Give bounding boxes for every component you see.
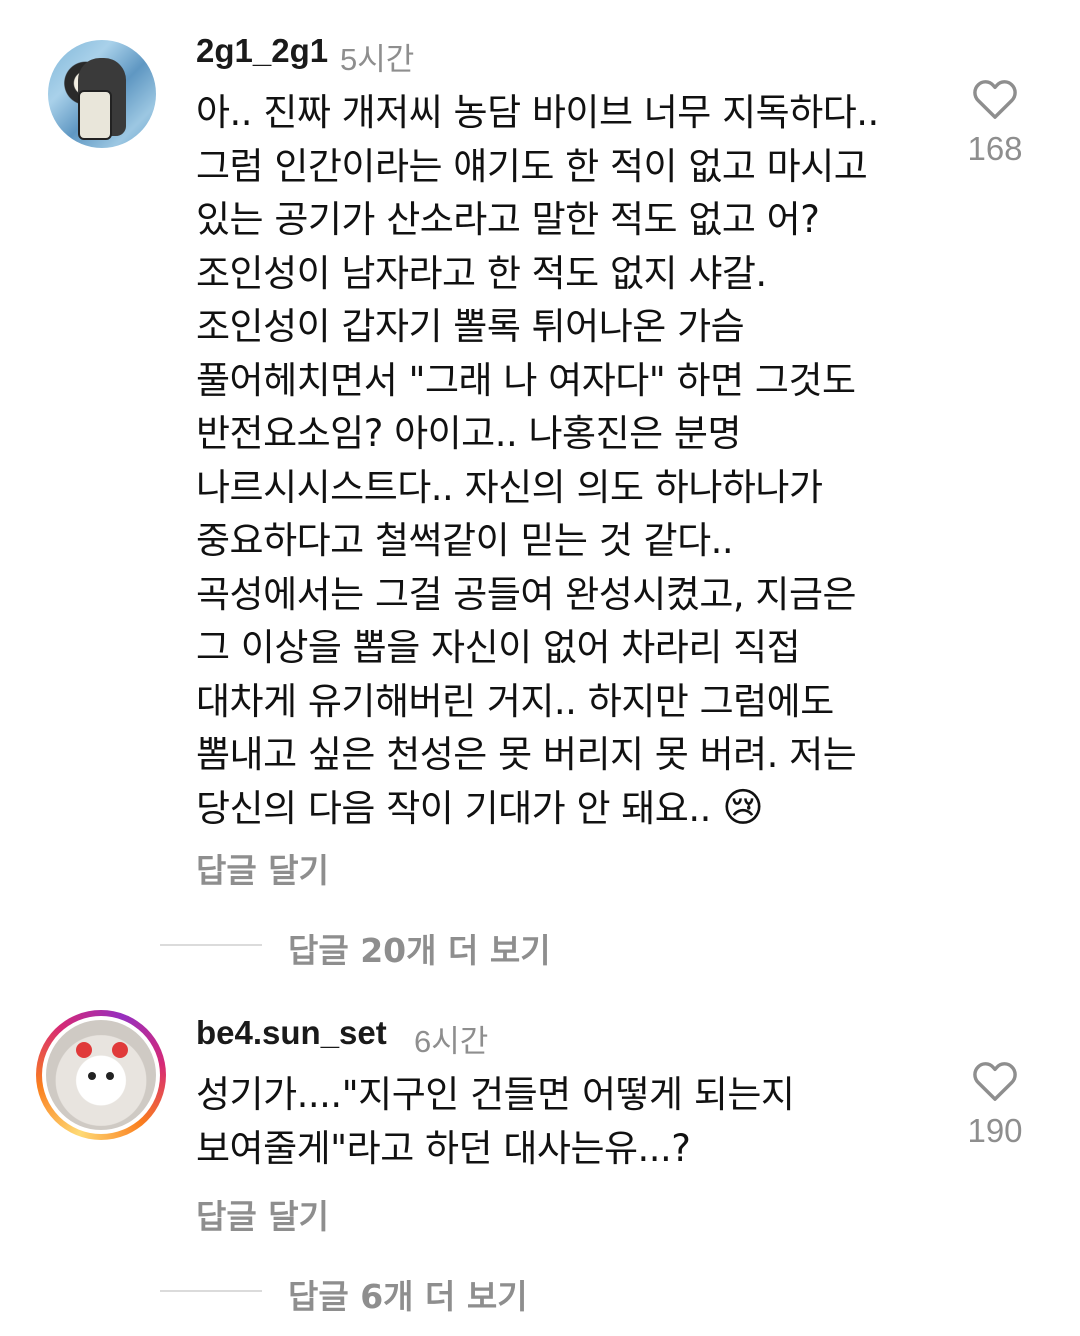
avatar-eye-right bbox=[106, 1072, 114, 1080]
avatar-flower-right bbox=[112, 1042, 128, 1058]
comment-time: 6시간 bbox=[414, 1024, 489, 1059]
reply-button[interactable]: 답글 달기 bbox=[196, 1190, 329, 1238]
avatar bbox=[46, 1020, 156, 1130]
comment-text: 성기가...."지구인 건들면 어떻게 되는지 보여줄게"라고 하던 대사는유.… bbox=[196, 1073, 795, 1170]
avatar-eye-left bbox=[88, 1072, 96, 1080]
like-count: 190 bbox=[967, 1112, 1023, 1149]
avatar-story-ring[interactable] bbox=[36, 1010, 166, 1140]
divider-line bbox=[160, 1290, 262, 1292]
comment-username[interactable]: be4.sun_set bbox=[196, 1014, 387, 1052]
heart-outline-icon[interactable] bbox=[950, 1060, 1040, 1102]
comment-item: be4.sun_set 6시간 성기가...."지구인 건들면 어떻게 되는지 … bbox=[0, 0, 1080, 1336]
view-more-replies-label[interactable]: 답글 6개 더 보기 bbox=[288, 1270, 528, 1318]
avatar-flower-left bbox=[76, 1042, 92, 1058]
like-control: 190 bbox=[950, 1060, 1040, 1150]
